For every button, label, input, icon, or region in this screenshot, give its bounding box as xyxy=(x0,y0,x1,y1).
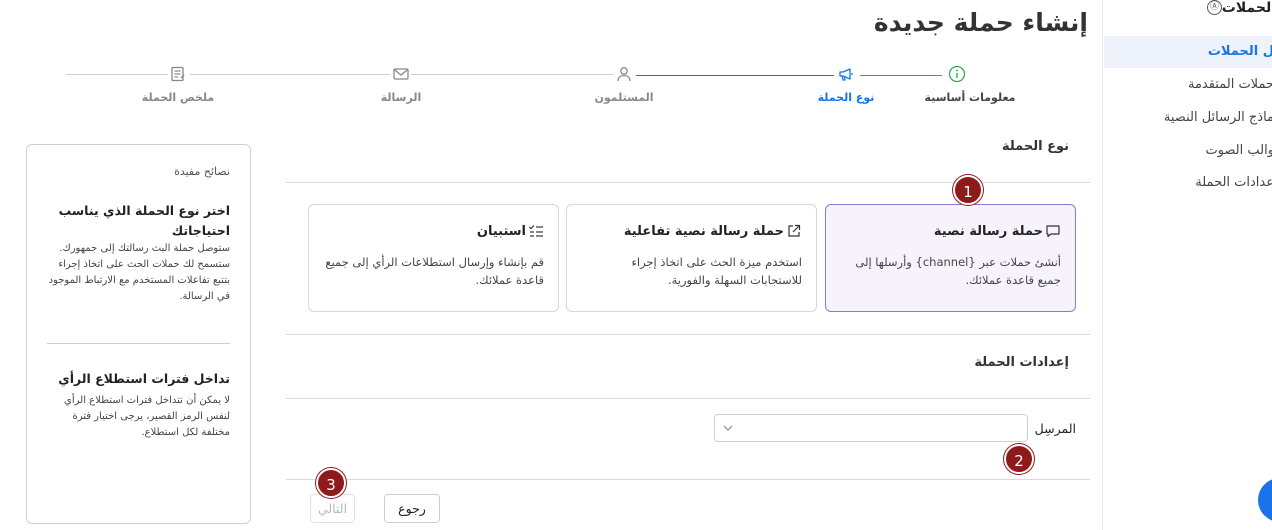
step-label-basic-info[interactable]: معلومات أساسية xyxy=(925,91,1016,104)
campaigns-icon: Ⓐ xyxy=(1207,0,1222,15)
campaign-type-card-sms[interactable]: حملة رسالة نصية أنشئ حملات عبر {channel}… xyxy=(825,204,1076,312)
annotation-badge: 1 xyxy=(953,175,983,205)
tip-title: اختر نوع الحملة الذي يناسب احتياجاتك xyxy=(58,203,230,238)
divider xyxy=(286,398,1090,399)
sidebar-item-advanced-campaigns[interactable]: حملات المتقدمة xyxy=(1188,77,1272,92)
checklist-icon xyxy=(529,225,543,237)
message-icon xyxy=(1046,225,1060,238)
sidebar-item-voice-templates[interactable]: والب الصوت xyxy=(1205,143,1272,158)
step-label-message[interactable]: الرسالة xyxy=(381,91,422,104)
campaign-settings-heading: إعدادات الحملة xyxy=(974,355,1069,370)
tip-title: تداخل فترات استطلاع الرأي xyxy=(58,371,230,386)
stepper-line-done xyxy=(860,75,942,76)
tips-header: نصائح مفيدة xyxy=(174,165,230,178)
summary-icon[interactable] xyxy=(169,65,187,83)
card-title: استبيان xyxy=(321,223,544,239)
campaign-type-card-survey[interactable]: استبيان قم بإنشاء وإرسال استطلاعات الرأي… xyxy=(308,204,559,312)
tips-divider xyxy=(47,343,230,344)
campaign-type-heading: نوع الحملة xyxy=(1001,139,1069,154)
divider xyxy=(286,334,1090,335)
user-icon[interactable] xyxy=(615,65,633,83)
stepper-line xyxy=(190,74,390,75)
campaign-type-card-interactive-sms[interactable]: حملة رسالة نصية تفاعلية استخدم ميزة الحث… xyxy=(566,204,817,312)
annotation-badge: 2 xyxy=(1004,444,1034,474)
page-title: إنشاء حملة جديدة xyxy=(873,8,1088,37)
tip-body: لا يمكن أن تتداخل فترات استطلاع الرأي لن… xyxy=(64,395,230,438)
stepper-line-active xyxy=(636,75,834,76)
sender-label: المرسِل xyxy=(1034,421,1076,436)
step-label-summary[interactable]: ملخص الحملة xyxy=(142,91,214,104)
card-title-text: حملة رسالة نصية xyxy=(933,223,1043,239)
card-description: أنشئ حملات عبر {channel} وأرسلها إلى جمي… xyxy=(855,255,1061,287)
page: Ⓐ الحملات ل الحملات حملات المتقدمة ماذج … xyxy=(0,0,1272,530)
tips-panel: نصائح مفيدة اختر نوع الحملة الذي يناسب ا… xyxy=(26,144,251,524)
sidebar-header[interactable]: الحملات xyxy=(1222,0,1272,16)
info-icon[interactable] xyxy=(948,65,966,83)
back-button[interactable]: رجوع xyxy=(384,494,440,523)
megaphone-icon[interactable] xyxy=(837,65,855,83)
annotation-badge: 3 xyxy=(316,468,346,498)
sender-select[interactable] xyxy=(714,414,1028,442)
envelope-icon[interactable] xyxy=(392,65,410,83)
step-label-recipients[interactable]: المستلمون xyxy=(594,91,653,104)
card-description: قم بإنشاء وإرسال استطلاعات الرأي إلى جمي… xyxy=(325,255,544,287)
stepper-line xyxy=(66,74,168,75)
card-title-text: حملة رسالة نصية تفاعلية xyxy=(623,223,784,239)
card-description: استخدم ميزة الحث على اتخاذ إجراء للاستجا… xyxy=(631,255,802,287)
sidebar-item-campaign-settings[interactable]: عدادات الحملة xyxy=(1195,175,1272,190)
tip-body: ستوصل حملة البث رسالتك إلى جمهورك. ستسمح… xyxy=(48,243,230,302)
step-label-campaign-type[interactable]: نوع الحملة xyxy=(818,91,875,104)
card-title-text: استبيان xyxy=(476,223,526,239)
sidebar-item-all-campaigns[interactable]: ل الحملات xyxy=(1208,44,1272,59)
next-button[interactable]: التالي xyxy=(310,494,355,523)
external-link-icon xyxy=(788,224,801,237)
stepper-line xyxy=(411,74,613,75)
chevron-down-icon xyxy=(723,425,733,431)
divider xyxy=(286,479,1090,480)
sidebar: Ⓐ الحملات ل الحملات حملات المتقدمة ماذج … xyxy=(1102,0,1272,530)
sidebar-item-sms-templates[interactable]: ماذج الرسائل النصية xyxy=(1164,110,1272,125)
card-title: حملة رسالة نصية تفاعلية xyxy=(579,223,802,239)
card-title: حملة رسالة نصية xyxy=(838,223,1061,239)
